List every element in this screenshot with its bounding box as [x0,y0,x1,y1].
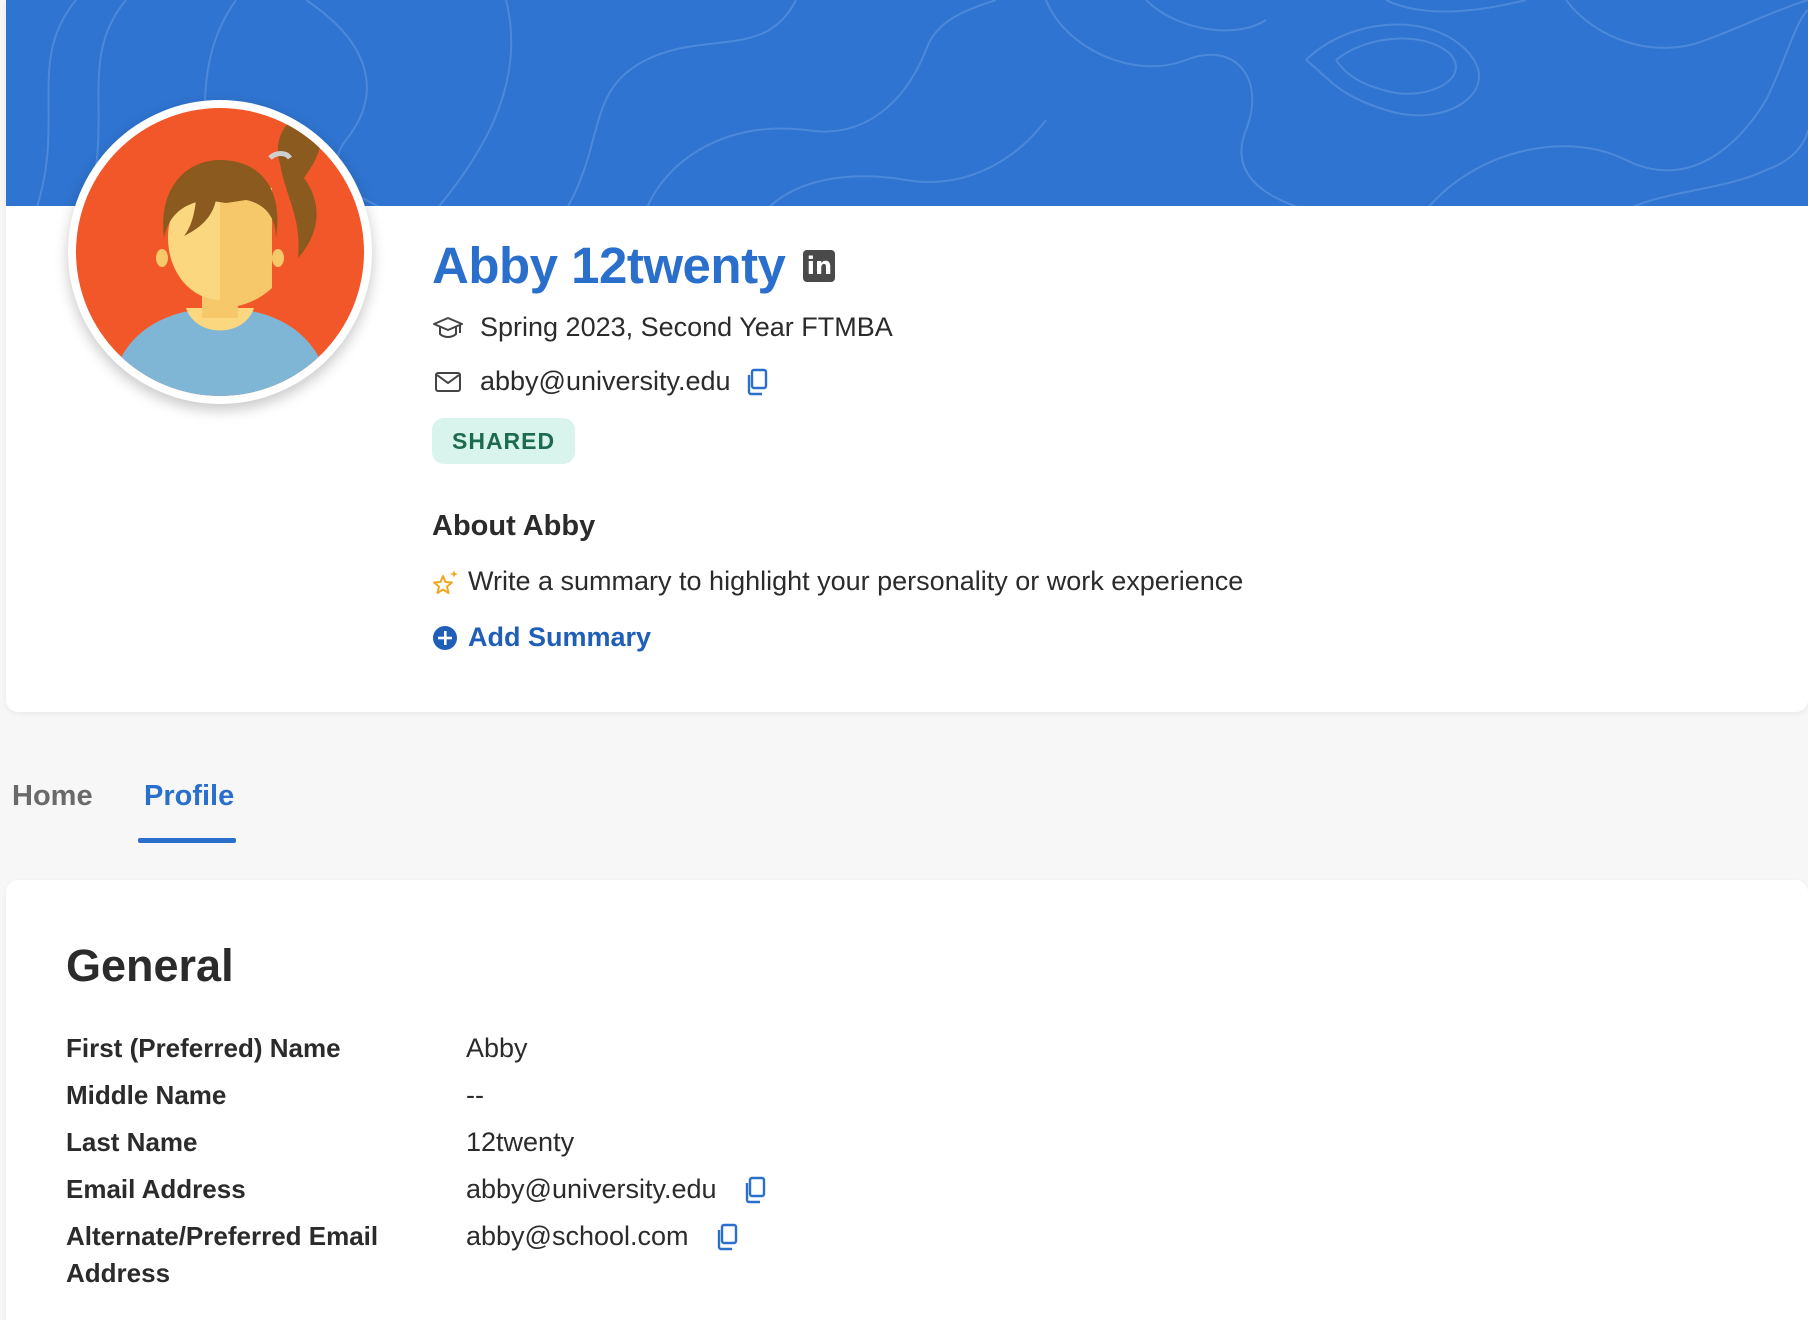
field-value-first-name: Abby [466,1030,528,1067]
about-title: About Abby [432,510,596,542]
plus-circle-icon [432,625,458,651]
copy-icon[interactable] [715,1223,739,1251]
copy-icon[interactable] [743,1176,767,1204]
last-name-value: 12twenty [466,1127,575,1157]
general-section: General First (Preferred) Name Abby Midd… [6,880,1808,1320]
profile-name: Abby 12twenty [432,237,786,294]
middle-name-value: -- [466,1080,484,1110]
field-value-middle-name: -- [466,1077,484,1114]
sparkle-star-icon [432,568,460,596]
field-label-email: Email Address [66,1174,246,1204]
field-label-first-name: First (Preferred) Name [66,1033,341,1063]
field-value-last-name: 12twenty [466,1124,574,1161]
tab-profile[interactable]: Profile [144,780,234,813]
shared-status-badge: SHARED [432,418,576,464]
profile-avatar[interactable] [68,100,372,404]
program-text: Spring 2023, Second Year FTMBA [480,312,893,342]
graduation-cap-icon [432,314,464,342]
email-text: abby@university.edu [480,366,731,396]
field-label-alt-email: Alternate/Preferred Email Address [66,1221,379,1288]
field-value-alt-email: abby@school.com [466,1218,739,1255]
profile-name-row: Abby 12twenty in [432,236,836,295]
add-summary-button[interactable]: Add Summary [432,622,651,653]
first-name-value: Abby [466,1033,528,1063]
alt-email-value: abby@school.com [466,1221,689,1251]
email-row: abby@university.edu [432,366,769,397]
linkedin-icon[interactable]: in [803,249,836,282]
envelope-icon [432,368,464,396]
general-title: General [66,940,234,991]
add-summary-label: Add Summary [468,622,652,652]
about-hint: Write a summary to highlight your person… [432,566,1243,597]
program-row: Spring 2023, Second Year FTMBA [432,312,893,343]
field-value-email: abby@university.edu [466,1171,767,1208]
about-hint-text: Write a summary to highlight your person… [468,566,1244,596]
field-label-middle-name: Middle Name [66,1080,227,1110]
email-value: abby@university.edu [466,1174,717,1204]
profile-card: Abby 12twenty in Spring 2023, Second Yea… [6,0,1808,712]
tab-home[interactable]: Home [12,780,93,813]
field-label-last-name: Last Name [66,1127,198,1157]
avatar-illustration [76,108,364,396]
copy-icon[interactable] [745,368,769,396]
active-tab-indicator [138,838,236,843]
